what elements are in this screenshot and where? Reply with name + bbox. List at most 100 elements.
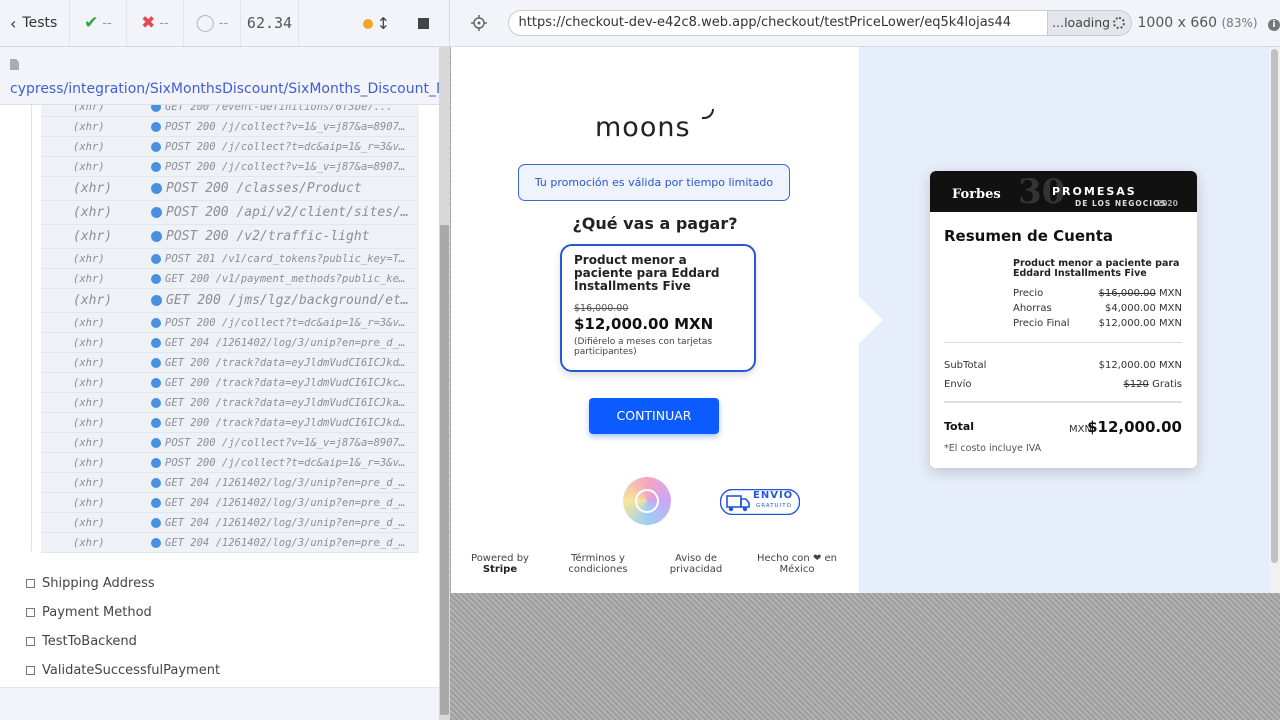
log-message: POST 200 /j/collect?t=dc&aip=1&_r=3&v=1.… xyxy=(165,316,419,329)
product-card[interactable]: Product menor a paciente para Eddard Ins… xyxy=(560,244,756,372)
log-row[interactable]: (xhr) GET 204 /1261402/log/3/unip?en=pre_… xyxy=(41,513,419,533)
test-list: Shipping Address Payment Method TestToBack… xyxy=(0,569,440,685)
divider xyxy=(944,401,1182,403)
log-kind: (xhr) xyxy=(73,205,113,220)
request-dot-icon xyxy=(151,397,161,408)
total-value: $12,000.00 xyxy=(1087,418,1182,436)
passed-value: -- xyxy=(102,15,112,31)
run-controls: ↕ xyxy=(299,0,450,46)
pending-count: ◯ -- xyxy=(184,0,241,46)
test-item[interactable]: Payment Method xyxy=(0,598,440,627)
command-log: (xhr) GET 200 /event-definitions/6f3be7..… xyxy=(0,105,440,687)
test-item[interactable]: Shipping Address xyxy=(0,569,440,598)
log-row[interactable]: (xhr) POST 200 /v2/traffic-light xyxy=(41,225,419,249)
request-dot-icon xyxy=(151,417,161,428)
scroll-arrows-icon: ↕ xyxy=(376,13,390,33)
url-bar[interactable]: https://checkout-dev-e42c8.web.app/check… xyxy=(507,10,1049,36)
test-title: TestToBackend xyxy=(42,634,137,649)
request-dot-icon xyxy=(151,121,161,132)
request-dot-icon xyxy=(151,377,161,388)
log-message: POST 200 /j/collect?v=1&_v=j87&a=890784.… xyxy=(165,160,419,173)
log-row[interactable]: (xhr) POST 200 /j/collect?v=1&_v=j87&a=89… xyxy=(41,157,419,177)
log-message: POST 200 /j/collect?v=1&_v=j87&a=890784.… xyxy=(165,436,419,449)
reporter-scrollbar-thumb[interactable] xyxy=(440,225,449,715)
log-row[interactable]: (xhr) POST 200 /j/collect?v=1&_v=j87&a=89… xyxy=(41,433,419,453)
failed-value: -- xyxy=(159,15,169,31)
continue-button[interactable]: CONTINUAR xyxy=(589,398,719,434)
zoom-level: (83%) xyxy=(1221,16,1258,30)
request-dot-icon xyxy=(151,437,161,448)
log-kind: (xhr) xyxy=(73,252,105,265)
pay-title: ¿Qué vas a pagar? xyxy=(572,214,738,233)
log-row[interactable]: (xhr) GET 204 /1261402/log/3/unip?en=pre_… xyxy=(41,333,419,353)
envio-old-price: $120 xyxy=(1123,379,1149,390)
seal-inner-ring xyxy=(635,489,659,513)
checkout-left-panel: moons Tu promoción es válida por tiempo … xyxy=(451,47,859,593)
terms-line-1: Términos y xyxy=(571,553,625,564)
auto-scroll-toggle[interactable]: ↕ xyxy=(362,13,390,33)
terms-link[interactable]: Términos y condiciones xyxy=(565,553,631,575)
log-kind: (xhr) xyxy=(73,376,105,389)
test-title: ValidateSuccessfulPayment xyxy=(42,663,221,678)
test-status-icon xyxy=(26,666,35,675)
log-row[interactable]: (xhr) POST 200 /j/collect?t=dc&aip=1&_r=3… xyxy=(41,453,419,473)
powered-by-text: Powered by xyxy=(471,553,529,564)
log-message: GET 204 /1261402/log/3/unip?en=pre_d_en.… xyxy=(165,516,419,529)
log-row[interactable]: (xhr) GET 200 /event-definitions/6f3be7..… xyxy=(41,105,419,117)
log-row[interactable]: (xhr) POST 200 /j/collect?t=dc&aip=1&_r=3… xyxy=(41,137,419,157)
log-message: POST 200 /v2/traffic-light xyxy=(166,229,370,244)
precio-value: $16,000.00 MXN xyxy=(1099,288,1182,299)
spec-path[interactable]: cypress/integration/SixMonthsDiscount/Si… xyxy=(0,47,627,105)
log-row[interactable]: (xhr) GET 204 /1261402/log/3/unip?en=pre_… xyxy=(41,473,419,493)
ahorras-value: $4,000.00 MXN xyxy=(1104,303,1182,314)
log-rows: (xhr) GET 200 /event-definitions/6f3be7..… xyxy=(41,105,419,553)
privacy-line-2: privacidad xyxy=(669,564,723,575)
log-row[interactable]: (xhr) POST 200 /j/collect?t=dc&aip=1&_r=3… xyxy=(41,313,419,333)
info-icon[interactable]: i xyxy=(1268,19,1280,31)
log-row[interactable]: (xhr) GET 200 /track?data=eyJldmVudCI6ICJ… xyxy=(41,373,419,393)
log-message: GET 204 /1261402/log/3/unip?en=pre_d_en.… xyxy=(165,536,419,549)
selector-playground-button[interactable] xyxy=(450,15,508,31)
made-line-1: Hecho con ❤ en xyxy=(757,553,837,564)
log-kind: (xhr) xyxy=(73,105,105,113)
log-row[interactable]: (xhr) POST 200 /api/v2/client/sites/188..… xyxy=(41,201,419,225)
log-message: GET 200 /jms/lgz/background/etid xyxy=(166,293,417,308)
request-dot-icon xyxy=(151,295,162,306)
log-row[interactable]: (xhr) POST 200 /j/collect?v=1&_v=j87&a=89… xyxy=(41,117,419,137)
test-title: Shipping Address xyxy=(42,576,155,591)
log-message: POST 200 /j/collect?v=1&_v=j87&a=890784.… xyxy=(165,120,419,133)
test-item[interactable]: TestToBackend xyxy=(0,627,440,656)
log-kind: (xhr) xyxy=(73,396,105,409)
log-row[interactable]: (xhr) GET 200 /track?data=eyJldmVudCI6ICJ… xyxy=(41,353,419,373)
iva-note: *El costo incluye IVA xyxy=(944,443,1042,454)
aut-scrollbar-thumb[interactable] xyxy=(1271,49,1278,563)
log-message: POST 200 /j/collect?t=dc&aip=1&_r=3&v=1.… xyxy=(165,140,419,153)
log-row[interactable]: (xhr) GET 204 /1261402/log/3/unip?en=pre_… xyxy=(41,493,419,513)
back-to-tests-button[interactable]: ‹ Tests xyxy=(0,0,70,46)
powered-by-stripe[interactable]: Powered by Stripe xyxy=(469,553,531,575)
log-row[interactable]: (xhr) GET 204 /1261402/log/3/unip?en=pre_… xyxy=(41,533,419,553)
total-label: Total xyxy=(944,420,975,433)
log-row[interactable]: (xhr) GET 200 /v1/payment_methods?public_… xyxy=(41,269,419,289)
request-dot-icon xyxy=(151,517,161,528)
test-item[interactable]: ValidateSuccessfulPayment xyxy=(0,656,440,685)
stop-button[interactable] xyxy=(418,17,429,29)
log-row[interactable]: (xhr) POST 201 /v1/card_tokens?public_key… xyxy=(41,249,419,269)
log-kind: (xhr) xyxy=(73,293,113,308)
loading-text: ...loading xyxy=(1052,15,1111,30)
aut-frame: moons Tu promoción es válida por tiempo … xyxy=(451,47,1280,593)
privacy-link[interactable]: Aviso de privacidad xyxy=(664,553,728,575)
forbes-year: 2020 xyxy=(1157,199,1178,208)
forbes-promesas: PROMESAS xyxy=(1052,185,1137,198)
aut-header: https://checkout-dev-e42c8.web.app/check… xyxy=(450,0,1280,47)
log-kind: (xhr) xyxy=(73,181,113,196)
envio-free: Gratis xyxy=(1152,379,1182,390)
log-kind: (xhr) xyxy=(73,516,105,529)
spinner-icon xyxy=(1113,17,1126,29)
log-row[interactable]: (xhr) GET 200 /track?data=eyJldmVudCI6ICJ… xyxy=(41,393,419,413)
log-kind: (xhr) xyxy=(73,416,105,429)
log-row[interactable]: (xhr) GET 200 /jms/lgz/background/etid xyxy=(41,289,419,313)
log-kind: (xhr) xyxy=(73,120,105,133)
log-row[interactable]: (xhr) POST 200 /classes/Product xyxy=(41,177,419,201)
log-row[interactable]: (xhr) GET 200 /track?data=eyJldmVudCI6ICJ… xyxy=(41,413,419,433)
